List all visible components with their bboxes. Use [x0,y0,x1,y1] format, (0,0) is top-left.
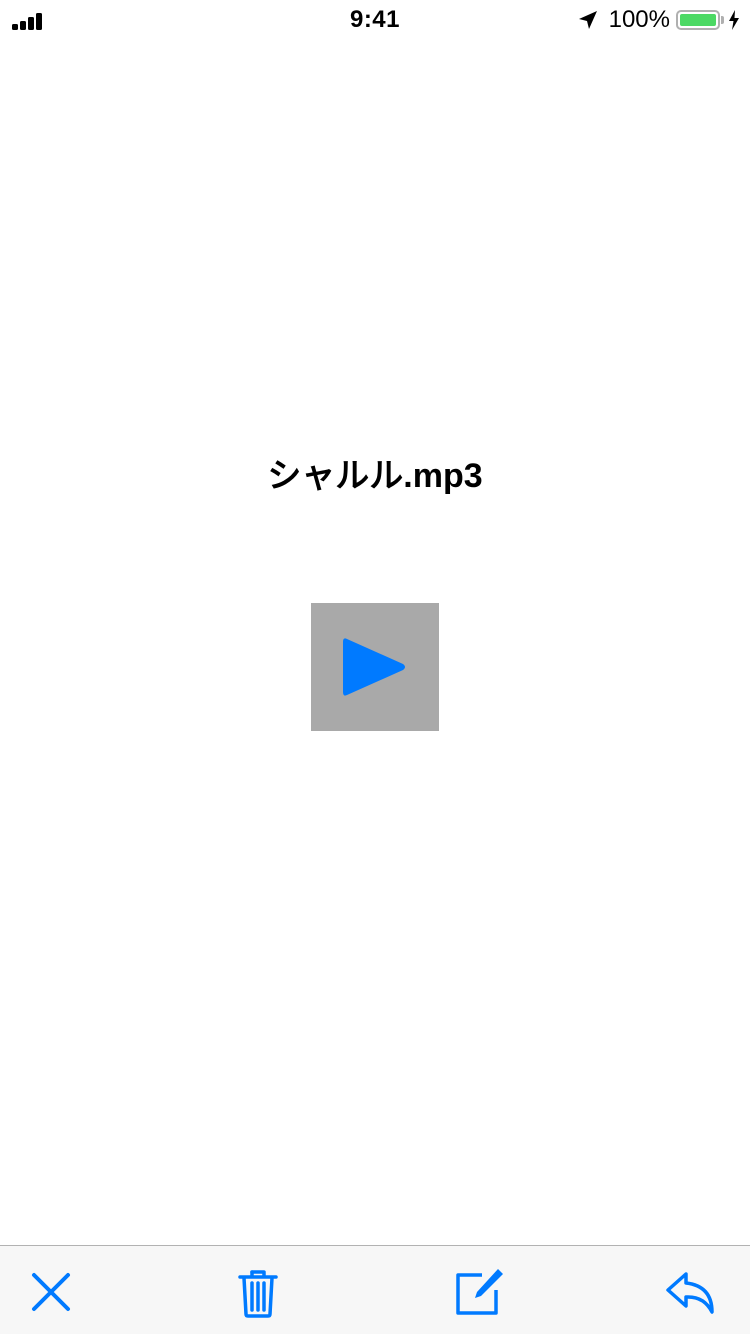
battery-percent: 100% [608,6,670,33]
charging-bolt-icon [729,10,739,30]
play-icon [343,638,405,696]
battery-level-fill [680,14,716,26]
trash-icon [238,1270,278,1318]
close-icon [32,1273,70,1311]
status-bar: 9:41 100% [0,0,750,40]
battery-nub [721,16,724,24]
location-arrow-icon [578,11,597,29]
compose-button[interactable] [450,1264,506,1320]
file-name-title: シャルル.mp3 [267,457,483,495]
status-right-group: 100% [577,6,740,34]
reply-icon [666,1272,714,1314]
battery-icon [676,10,720,30]
delete-button[interactable] [230,1264,286,1320]
play-button[interactable] [311,603,439,731]
compose-icon [456,1269,503,1315]
reply-button[interactable] [662,1264,718,1320]
bottom-toolbar [0,1245,750,1334]
close-button[interactable] [23,1264,79,1320]
